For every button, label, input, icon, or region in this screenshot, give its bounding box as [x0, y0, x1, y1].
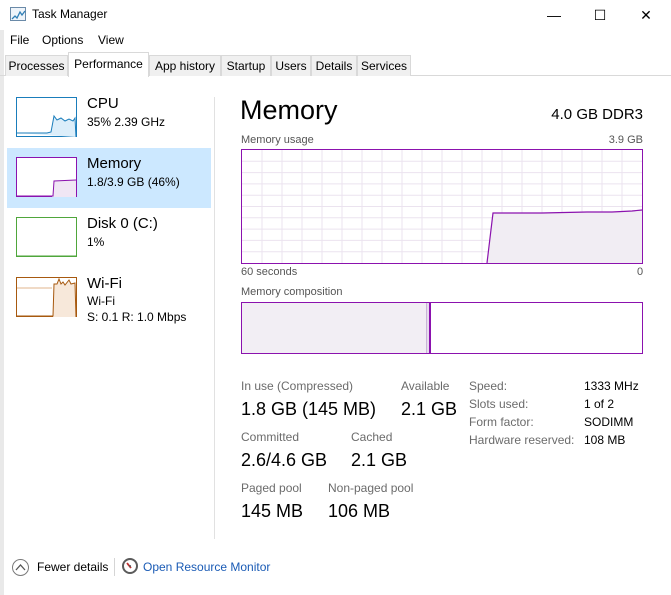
tab-startup[interactable]: Startup — [221, 55, 271, 76]
performance-sidebar: CPU 35% 2.39 GHz Memory 1.8/3.9 GB (46%)… — [5, 88, 212, 543]
task-manager-icon — [10, 7, 26, 21]
sidebar-item-disk[interactable]: Disk 0 (C:) 1% — [7, 208, 211, 268]
sidebar-disk-title: Disk 0 (C:) — [87, 215, 158, 232]
close-button[interactable]: ✕ — [623, 0, 669, 30]
menu-options[interactable]: Options — [42, 33, 83, 47]
sidebar-cpu-sub: 35% 2.39 GHz — [87, 115, 166, 129]
cpu-thumbnail-graph — [16, 97, 77, 138]
time-axis-right: 0 — [637, 266, 644, 278]
window-title: Task Manager — [32, 7, 108, 21]
cached-value: 2.1 GB — [351, 450, 408, 470]
background-strip — [0, 0, 4, 595]
slots-used-label: Slots used: — [469, 397, 529, 411]
sidebar-disk-sub: 1% — [87, 235, 105, 249]
non-paged-pool-label: Non-paged pool — [328, 481, 414, 495]
menu-file[interactable]: File — [10, 33, 29, 47]
composition-standby-divider — [430, 303, 431, 353]
speed-label: Speed: — [469, 379, 508, 393]
sidebar-cpu-title: CPU — [87, 95, 119, 112]
in-use-value: 1.8 GB (145 MB) — [241, 399, 377, 419]
resource-monitor-icon[interactable] — [122, 558, 138, 574]
maximize-button[interactable]: ☐ — [577, 0, 623, 30]
footer-bar: Fewer details Open Resource Monitor — [0, 552, 671, 582]
fewer-details-button[interactable]: Fewer details — [37, 560, 108, 574]
chevron-up-icon[interactable] — [12, 559, 29, 576]
sidebar-wifi-sub: Wi-Fi — [87, 294, 115, 308]
menu-bar: File Options View — [0, 30, 671, 50]
speed-value: 1333 MHz — [584, 379, 639, 393]
memory-thumbnail-graph — [16, 157, 77, 197]
committed-label: Committed — [241, 430, 300, 444]
wifi-thumbnail-graph — [16, 277, 77, 318]
title-bar: Task Manager — ☐ ✕ — [0, 0, 671, 30]
sidebar-memory-title: Memory — [87, 155, 142, 172]
paged-pool-value: 145 MB — [241, 501, 304, 521]
page-title: Memory — [240, 95, 338, 125]
memory-usage-label: Memory usage — [241, 134, 314, 146]
form-factor-value: SODIMM — [584, 415, 634, 429]
tab-services[interactable]: Services — [357, 55, 411, 76]
tab-app-history[interactable]: App history — [149, 55, 221, 76]
tab-users[interactable]: Users — [271, 55, 311, 76]
open-resource-monitor-link[interactable]: Open Resource Monitor — [143, 560, 270, 574]
hardware-reserved-label: Hardware reserved: — [469, 433, 575, 447]
menu-view[interactable]: View — [98, 33, 124, 47]
memory-spec: 4.0 GB DDR3 — [551, 106, 643, 123]
panel-divider — [214, 97, 215, 539]
time-axis-left: 60 seconds — [241, 266, 298, 278]
hardware-reserved-value: 108 MB — [584, 433, 626, 447]
tab-performance[interactable]: Performance — [68, 52, 149, 77]
disk-thumbnail-graph — [16, 217, 77, 257]
memory-usage-graph — [241, 149, 643, 264]
in-use-label: In use (Compressed) — [241, 379, 354, 393]
sidebar-memory-sub: 1.8/3.9 GB (46%) — [87, 175, 180, 189]
paged-pool-label: Paged pool — [241, 481, 302, 495]
sidebar-item-wifi[interactable]: Wi-Fi Wi-Fi S: 0.1 R: 1.0 Mbps — [7, 268, 211, 328]
composition-in-use — [242, 303, 426, 353]
tab-details[interactable]: Details — [311, 55, 357, 76]
memory-composition-bar — [241, 302, 643, 354]
form-factor-label: Form factor: — [469, 415, 534, 429]
sidebar-item-cpu[interactable]: CPU 35% 2.39 GHz — [7, 88, 211, 148]
sidebar-item-memory[interactable]: Memory 1.8/3.9 GB (46%) — [7, 148, 211, 208]
memory-usage-max: 3.9 GB — [608, 134, 643, 146]
minimize-button[interactable]: — — [531, 0, 577, 30]
non-paged-pool-value: 106 MB — [328, 501, 391, 521]
available-value: 2.1 GB — [401, 399, 458, 419]
committed-value: 2.6/4.6 GB — [241, 450, 328, 470]
sidebar-wifi-rates: S: 0.1 R: 1.0 Mbps — [87, 310, 187, 324]
slots-used-value: 1 of 2 — [584, 397, 615, 411]
tab-bar: Processes Performance App history Startu… — [0, 52, 671, 77]
cached-label: Cached — [351, 430, 393, 444]
footer-separator — [114, 558, 115, 576]
memory-composition-label: Memory composition — [241, 286, 343, 298]
sidebar-wifi-title: Wi-Fi — [87, 275, 122, 292]
available-label: Available — [401, 379, 450, 393]
tab-processes[interactable]: Processes — [5, 55, 68, 76]
